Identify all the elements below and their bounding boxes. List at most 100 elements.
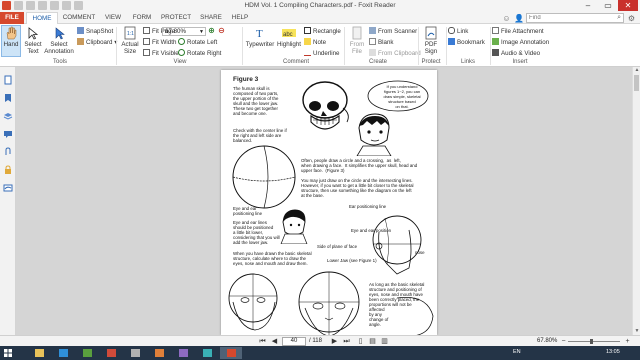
facing-page-icon[interactable]: ▥ <box>380 337 389 346</box>
maximize-button[interactable]: ▭ <box>598 0 618 11</box>
taskbar-app-4[interactable] <box>100 347 122 359</box>
input-language[interactable]: EN <box>513 349 521 355</box>
svg-text:abc: abc <box>283 32 293 38</box>
tab-view[interactable]: VIEW <box>100 12 126 24</box>
previous-page-icon[interactable]: ◀ <box>270 337 279 346</box>
highlight-button[interactable]: abc Highlight <box>276 26 302 48</box>
actual-size-button[interactable]: 1:1 Actual Size <box>118 26 142 55</box>
ribbon-home: Hand Select Text Select Annotation SnapS… <box>0 24 640 67</box>
tab-help[interactable]: HELP <box>228 12 252 24</box>
customize-icon[interactable] <box>74 1 83 10</box>
scrollbar-thumb[interactable] <box>634 75 639 91</box>
from-file-button[interactable]: From File <box>346 26 368 55</box>
windows-start-icon[interactable] <box>0 346 16 360</box>
image-annotation-label: Image Annotation <box>501 39 550 46</box>
single-page-icon[interactable]: ▯ <box>356 337 365 346</box>
minimize-button[interactable]: – <box>578 0 598 11</box>
pages-icon[interactable] <box>3 75 13 85</box>
next-page-icon[interactable]: ▶ <box>330 337 339 346</box>
signature-icon[interactable] <box>3 183 13 193</box>
blank-label: Blank <box>378 39 394 46</box>
bookmark-button[interactable]: Bookmark <box>448 38 485 47</box>
select-annotation-label: Select Annotation <box>44 41 74 55</box>
svg-text:T: T <box>256 28 263 40</box>
taskbar-app-7[interactable] <box>172 347 194 359</box>
rotate-right-button[interactable]: Rotate Right <box>178 49 221 58</box>
bookmark-icon[interactable] <box>3 93 13 103</box>
foxit-reader-window: HDM Vol. 1 Compiling Characters.pdf - Fo… <box>0 0 640 360</box>
blank-button[interactable]: Blank <box>369 38 393 47</box>
zoom-slider[interactable] <box>568 339 620 344</box>
pdf-sign-button[interactable]: PDF Sign <box>420 26 442 55</box>
image-annotation-button[interactable]: Image Annotation <box>492 38 549 47</box>
smile-icon[interactable]: ☺ <box>502 14 511 23</box>
hand-button[interactable]: Hand <box>2 26 20 48</box>
note-button[interactable]: Note <box>304 38 326 47</box>
open-icon[interactable] <box>14 1 23 10</box>
rotate-right-label: Rotate Right <box>187 50 222 57</box>
save-icon[interactable] <box>26 1 35 10</box>
taskbar-app-5[interactable] <box>124 347 146 359</box>
from-clipboard-label: From Clipboard <box>378 50 421 57</box>
first-page-icon[interactable]: ⏮ <box>258 337 267 346</box>
paperclip-icon[interactable] <box>3 147 13 157</box>
link-button[interactable]: Link <box>448 27 468 36</box>
text-check: Check with the center line if the right … <box>233 128 287 143</box>
taskbar-app-6[interactable] <box>148 347 170 359</box>
rectangle-button[interactable]: Rectangle <box>304 27 341 36</box>
lock-icon[interactable] <box>3 165 13 175</box>
typewriter-button[interactable]: T Typewriter <box>244 26 276 48</box>
window-title: HDM Vol. 1 Compiling Characters.pdf - Fo… <box>244 2 396 9</box>
taskbar-foxit-reader[interactable] <box>220 347 242 359</box>
select-text-button[interactable]: Select Text <box>22 26 44 55</box>
print-icon[interactable] <box>38 1 47 10</box>
snapshot-button[interactable]: SnapShot <box>77 27 113 36</box>
tab-file[interactable]: FILE <box>0 12 24 24</box>
page-number-input[interactable]: 40 <box>282 337 306 346</box>
tab-share[interactable]: SHARE <box>196 12 226 24</box>
user-icon[interactable]: 👤 <box>514 14 524 23</box>
zoom-out-icon[interactable]: − <box>559 337 568 346</box>
scroll-up-icon[interactable]: ▲ <box>633 67 640 74</box>
tab-form[interactable]: FORM <box>128 12 156 24</box>
close-button[interactable]: ✕ <box>618 0 638 11</box>
from-clipboard-button[interactable]: From Clipboard <box>369 49 421 58</box>
scroll-down-icon[interactable]: ▼ <box>633 328 640 335</box>
system-clock[interactable]: 13:05 <box>606 349 620 355</box>
divider <box>344 27 345 65</box>
file-attachment-button[interactable]: File Attachment <box>492 27 544 36</box>
find-input[interactable] <box>527 14 607 22</box>
select-annotation-button[interactable]: Select Annotation <box>44 26 74 55</box>
taskbar-app-2[interactable] <box>52 347 74 359</box>
bookmark-icon <box>448 38 455 45</box>
tab-comment[interactable]: COMMENT <box>60 12 98 24</box>
underline-button[interactable]: Underline <box>304 49 339 58</box>
fit-visible-button[interactable]: Fit Visible <box>143 49 179 58</box>
comments-icon[interactable] <box>3 129 13 139</box>
zoom-select[interactable]: 67.80% ▼ <box>162 27 206 36</box>
vertical-scrollbar[interactable]: ▲ ▼ <box>632 67 640 335</box>
search-icon[interactable]: ⌕ <box>617 14 621 22</box>
document-viewport[interactable]: Figure 3 The human skull is composed of … <box>16 67 632 335</box>
zoom-in-icon[interactable]: + <box>623 337 632 346</box>
fit-width-button[interactable]: Fit Width <box>143 38 176 47</box>
taskbar-app-3[interactable] <box>76 347 98 359</box>
layers-icon[interactable] <box>3 111 13 121</box>
file-attachment-label: File Attachment <box>501 28 544 35</box>
undo-icon[interactable] <box>50 1 59 10</box>
from-scanner-button[interactable]: From Scanner <box>369 27 417 36</box>
quick-access-toolbar <box>2 1 83 10</box>
audio-video-button[interactable]: Audio & Video <box>492 49 540 58</box>
rotate-left-button[interactable]: Rotate Left <box>178 38 217 47</box>
search-options-icon[interactable]: ⚙ <box>627 14 636 23</box>
tab-protect[interactable]: PROTECT <box>158 12 194 24</box>
redo-icon[interactable] <box>62 1 71 10</box>
zoom-slider-knob[interactable] <box>590 339 593 344</box>
continuous-page-icon[interactable]: ▤ <box>368 337 377 346</box>
last-page-icon[interactable]: ⏭ <box>342 337 351 346</box>
taskbar-explorer[interactable] <box>28 347 50 359</box>
zoom-out-button[interactable]: ⊖ <box>217 27 226 36</box>
clipboard-button[interactable]: Clipboard ▾ <box>77 38 117 47</box>
taskbar-app-8[interactable] <box>196 347 218 359</box>
zoom-in-button[interactable]: ⊕ <box>207 27 216 36</box>
